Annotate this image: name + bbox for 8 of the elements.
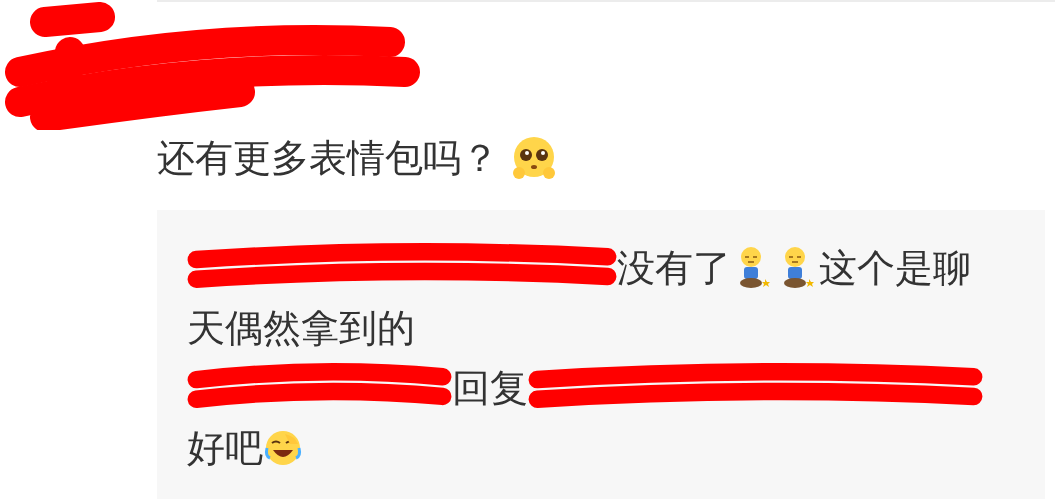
comment-text: 这个是聊 — [819, 244, 971, 292]
comment-text: 回复 — [452, 364, 528, 412]
comment-text: 没有了 — [617, 244, 731, 292]
comment-text: 好吧 — [187, 424, 263, 472]
pleading-face-icon — [511, 135, 557, 181]
comment-text: 还有更多表情包吗？ — [157, 134, 499, 182]
comment-text: 天偶然拿到的 — [187, 304, 415, 352]
laughing-face-icon — [263, 428, 303, 468]
